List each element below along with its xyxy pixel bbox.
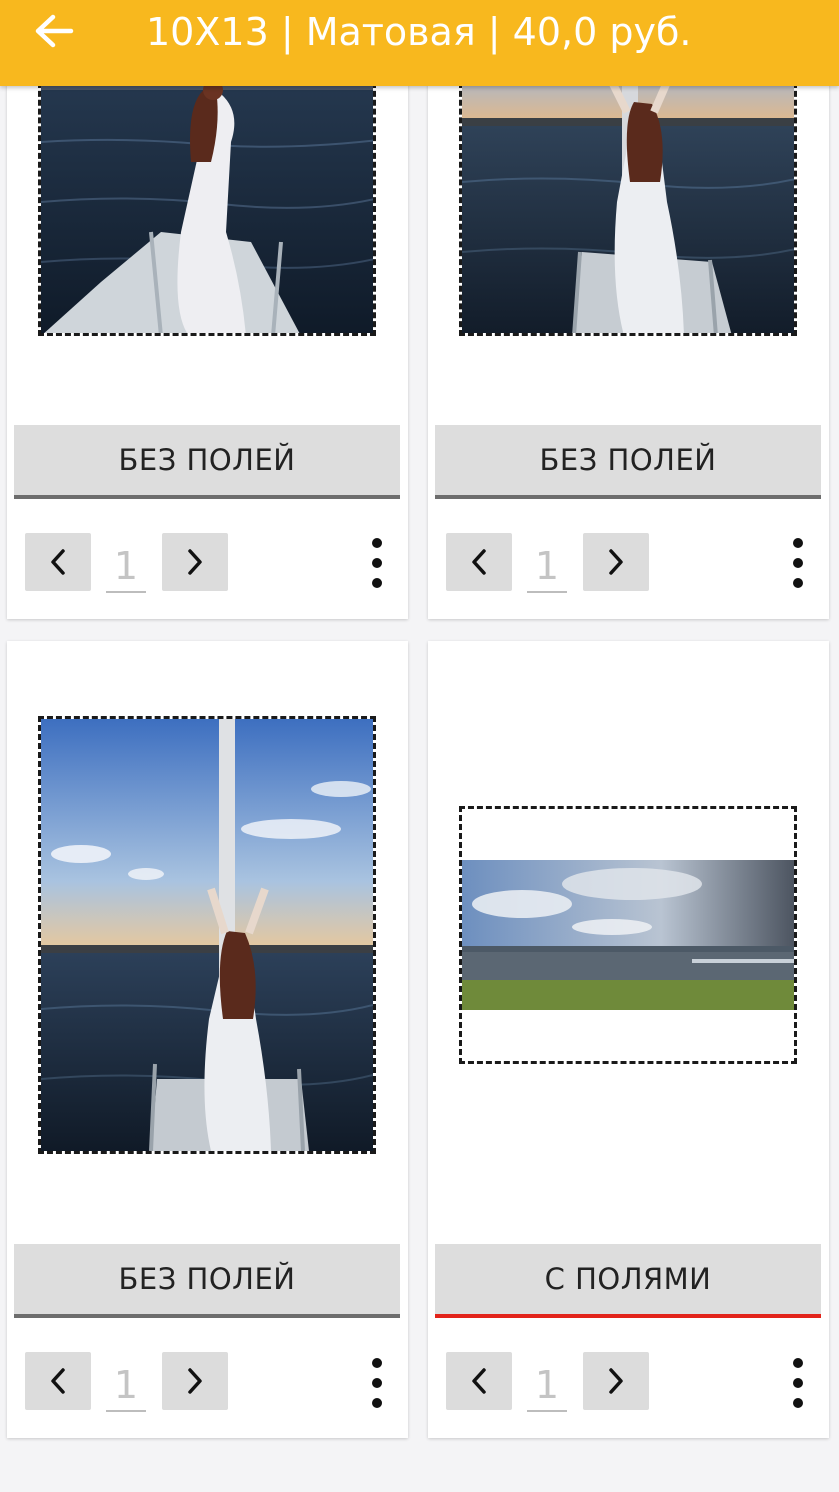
photo-image	[462, 82, 794, 333]
quantity-field[interactable]: 1	[527, 1352, 567, 1412]
increment-button[interactable]	[583, 533, 649, 591]
more-options-icon[interactable]	[788, 1358, 808, 1408]
photo-card: БЕЗ ПОЛЕЙ 1	[428, 40, 829, 619]
photo-card: БЕЗ ПОЛЕЙ 1	[7, 40, 408, 619]
mode-toggle-button[interactable]: БЕЗ ПОЛЕЙ	[14, 1244, 400, 1318]
more-options-icon[interactable]	[788, 538, 808, 588]
chevron-left-icon	[51, 549, 65, 575]
chevron-left-icon	[472, 1368, 486, 1394]
photo-card: БЕЗ ПОЛЕЙ 1	[7, 641, 408, 1438]
quantity-field[interactable]: 1	[527, 533, 567, 593]
page-title: 10X13 | Матовая | 40,0 руб.	[146, 10, 692, 54]
chevron-right-icon	[188, 1368, 202, 1394]
chevron-left-icon	[472, 549, 486, 575]
decrement-button[interactable]	[446, 1352, 512, 1410]
back-arrow-icon[interactable]	[34, 14, 74, 48]
decrement-button[interactable]	[25, 533, 91, 591]
photo-card: С ПОЛЯМИ 1	[428, 641, 829, 1438]
increment-button[interactable]	[583, 1352, 649, 1410]
chevron-right-icon	[188, 549, 202, 575]
increment-button[interactable]	[162, 1352, 228, 1410]
photo-preview[interactable]	[38, 82, 376, 336]
photo-preview[interactable]	[459, 806, 797, 1064]
decrement-button[interactable]	[446, 533, 512, 591]
decrement-button[interactable]	[25, 1352, 91, 1410]
mode-toggle-button[interactable]: С ПОЛЯМИ	[435, 1244, 821, 1318]
quantity-field[interactable]: 1	[106, 1352, 146, 1412]
increment-button[interactable]	[162, 533, 228, 591]
photo-preview[interactable]	[38, 716, 376, 1154]
quantity-field[interactable]: 1	[106, 533, 146, 593]
photo-image	[41, 82, 373, 333]
chevron-right-icon	[609, 549, 623, 575]
mode-toggle-button[interactable]: БЕЗ ПОЛЕЙ	[435, 425, 821, 499]
mode-toggle-button[interactable]: БЕЗ ПОЛЕЙ	[14, 425, 400, 499]
chevron-left-icon	[51, 1368, 65, 1394]
more-options-icon[interactable]	[367, 1358, 387, 1408]
chevron-right-icon	[609, 1368, 623, 1394]
app-bar: 10X13 | Матовая | 40,0 руб.	[0, 0, 839, 86]
photo-image	[41, 719, 373, 1151]
more-options-icon[interactable]	[367, 538, 387, 588]
photo-preview[interactable]	[459, 82, 797, 336]
photo-image	[462, 809, 794, 1061]
